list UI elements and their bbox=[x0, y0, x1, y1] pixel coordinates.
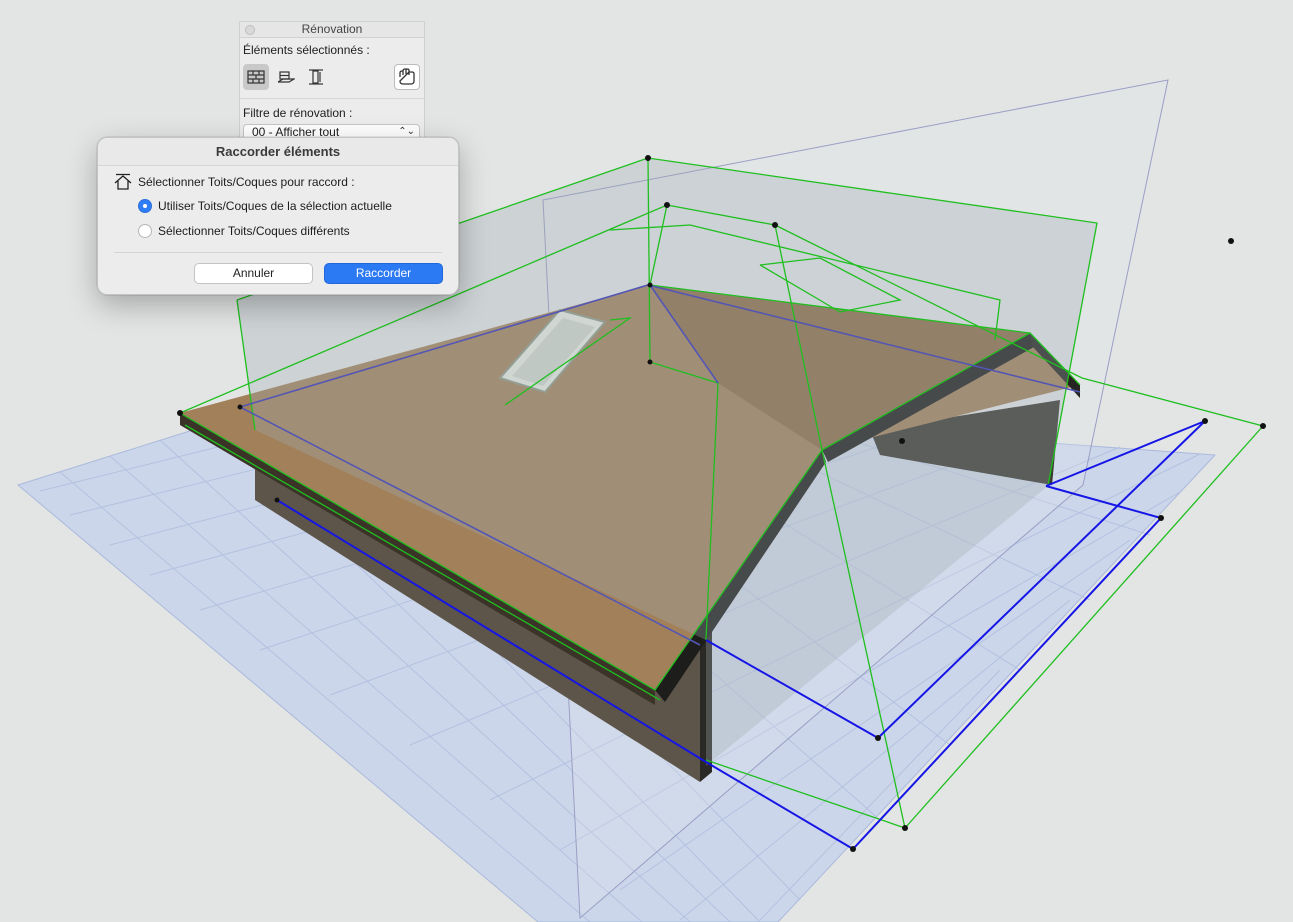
connect-button[interactable]: Raccorder bbox=[324, 263, 443, 284]
option-different-selection-label: Sélectionner Toits/Coques différents bbox=[158, 224, 350, 238]
selected-elements-label: Éléments sélectionnés : bbox=[243, 43, 370, 57]
dialog-divider bbox=[114, 252, 442, 253]
wall-icon bbox=[247, 70, 265, 84]
dialog-prompt: Sélectionner Toits/Coques pour raccord : bbox=[114, 173, 355, 191]
renovation-settings-button[interactable] bbox=[394, 64, 420, 90]
slab-tool-button[interactable] bbox=[273, 64, 299, 90]
wall-tool-button[interactable] bbox=[243, 64, 269, 90]
element-type-toolbar bbox=[243, 64, 423, 92]
close-palette-button[interactable] bbox=[245, 25, 255, 35]
renovation-palette: Rénovation Éléments sélectionnés : Filtr… bbox=[239, 21, 425, 140]
roof-icon bbox=[114, 173, 132, 190]
option-current-selection-label: Utiliser Toits/Coques de la sélection ac… bbox=[158, 199, 392, 213]
renovation-palette-title: Rénovation bbox=[301, 22, 363, 36]
option-different-selection[interactable]: Sélectionner Toits/Coques différents bbox=[138, 222, 350, 240]
option-current-selection[interactable]: Utiliser Toits/Coques de la sélection ac… bbox=[138, 197, 392, 215]
palette-divider bbox=[240, 98, 424, 99]
connect-elements-dialog: Raccorder éléments Sélectionner Toits/Co… bbox=[97, 137, 459, 295]
dialog-prompt-text: Sélectionner Toits/Coques pour raccord : bbox=[138, 175, 355, 189]
renovation-filter-label: Filtre de rénovation : bbox=[243, 106, 353, 120]
dialog-title: Raccorder éléments bbox=[98, 138, 458, 166]
renovation-palette-titlebar[interactable]: Rénovation bbox=[240, 22, 424, 38]
radio-current-selection[interactable] bbox=[138, 199, 152, 213]
column-icon bbox=[309, 69, 323, 85]
hand-settings-icon bbox=[399, 68, 415, 85]
cancel-button[interactable]: Annuler bbox=[194, 263, 313, 284]
radio-different-selection[interactable] bbox=[138, 224, 152, 238]
column-tool-button[interactable] bbox=[303, 64, 329, 90]
slab-icon bbox=[277, 71, 295, 83]
